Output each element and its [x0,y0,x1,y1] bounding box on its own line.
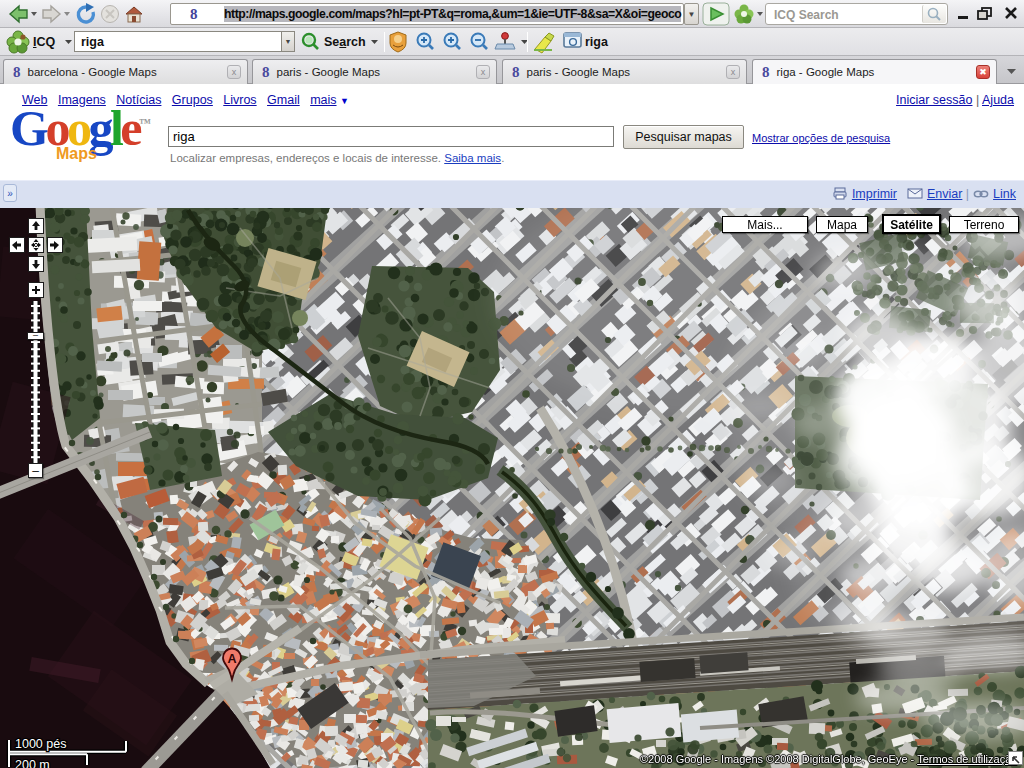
svg-text:200 m: 200 m [15,758,50,768]
svg-text:A: A [227,652,236,666]
svg-text:1000 pés: 1000 pés [15,737,66,751]
